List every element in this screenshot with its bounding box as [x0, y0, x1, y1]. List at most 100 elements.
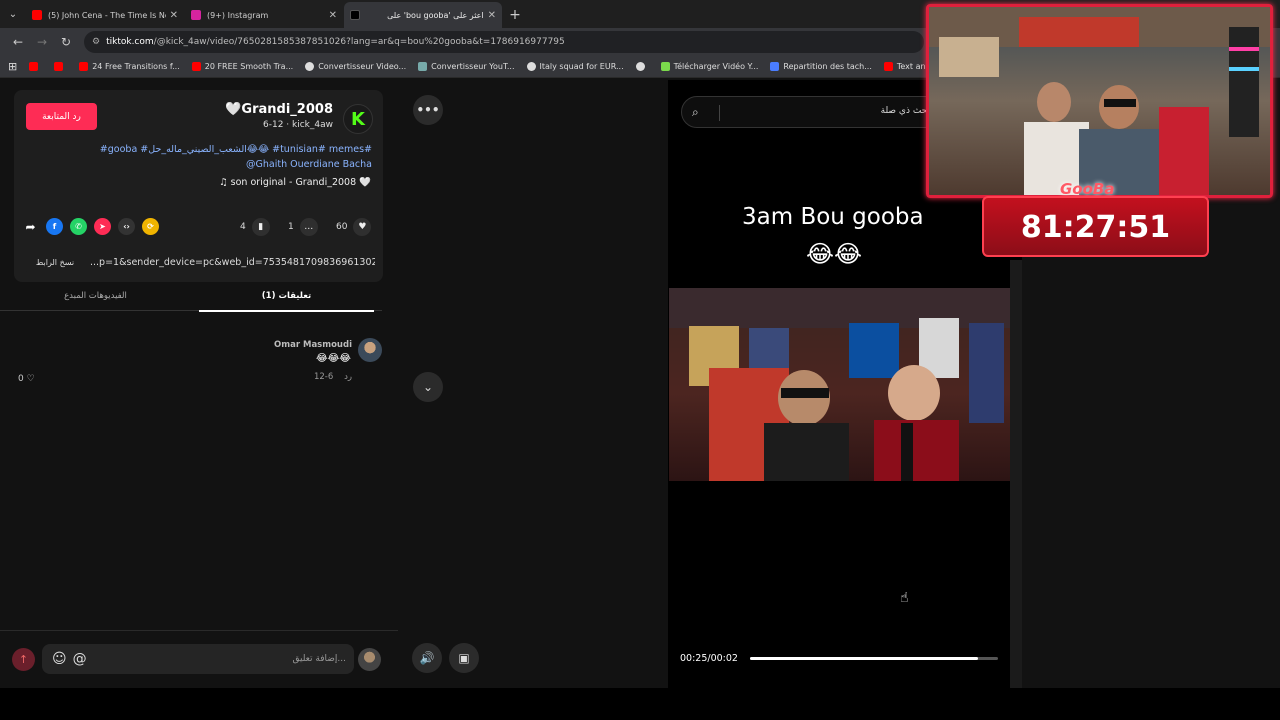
bookmark[interactable] — [54, 62, 67, 71]
bookmark-label: Télécharger Vidéo Y... — [673, 62, 759, 71]
bookmark[interactable]: Italy squad for EUR... — [526, 62, 624, 71]
reply-link[interactable]: رد — [344, 372, 352, 382]
post-description: #gooba #الشعب_الصيني_ماله_حل😂😂 #tunisian… — [72, 142, 372, 172]
bottom-black-strip — [0, 688, 1280, 720]
comment-like-button[interactable]: 0 ♡ — [18, 374, 35, 384]
bookmark-label: Convertisseur Video... — [318, 62, 407, 71]
close-icon[interactable]: ✕ — [170, 10, 178, 21]
bookmark[interactable]: Convertisseur YouT... — [418, 62, 515, 71]
tab-youtube[interactable]: (5) John Cena - The Time Is Now ✕ — [26, 2, 184, 28]
video-progress-bar[interactable] — [750, 657, 998, 660]
share-link-text[interactable]: ...p=1&sender_device=pc&web_id=753548170… — [86, 257, 375, 268]
more-options-icon[interactable]: ••• — [413, 95, 443, 125]
tab-title: (9+) Instagram — [207, 10, 269, 20]
screen: ⌄ (5) John Cena - The Time Is Now ✕ (9+)… — [0, 0, 1280, 720]
bookmark[interactable] — [29, 62, 42, 71]
video-progress-fill — [750, 657, 979, 660]
bookmark[interactable]: 24 Free Transitions f... — [79, 62, 180, 71]
mention-icon[interactable]: @ — [73, 651, 87, 667]
tab-search-chevron-icon[interactable]: ⌄ — [0, 0, 26, 28]
forward-icon[interactable]: → — [30, 30, 54, 54]
follow-back-button[interactable]: رد المتابعة — [26, 103, 97, 130]
back-icon[interactable]: ← — [6, 30, 30, 54]
whatsapp-icon[interactable]: ✆ — [70, 218, 87, 235]
bookmark[interactable]: Repartition des tach... — [770, 62, 872, 71]
mention[interactable]: @Ghaith Ouerdiane Bacha — [72, 157, 372, 172]
tab-instagram[interactable]: (9+) Instagram ✕ — [185, 2, 343, 28]
video-caption-emoji: 😂😂 — [806, 240, 863, 268]
converter-icon — [305, 62, 315, 71]
comment-stat[interactable]: 1… — [288, 217, 318, 237]
facebook-icon[interactable]: f — [46, 218, 63, 235]
instagram-icon — [191, 10, 201, 20]
avatar — [358, 648, 381, 671]
comment-input[interactable]: ☺ @ إضافة تعليق... — [42, 644, 354, 674]
avatar[interactable] — [358, 338, 382, 362]
tab-tiktok[interactable]: اعثر على 'bou gooba' على ✕ — [344, 2, 502, 28]
repost-icon[interactable]: ⟳ — [142, 218, 159, 235]
webcam-illustration — [929, 7, 1270, 195]
video-frame-illustration — [669, 288, 1010, 481]
post-details-panel: رد المتابعة 🤍Grandi_2008 6-12 · kick_4aw… — [0, 80, 398, 688]
url-domain: tiktok.com — [106, 37, 154, 47]
save-count: 4 — [240, 222, 246, 232]
video-caption-title: 3am Bou gooba — [742, 204, 924, 230]
bookmark-label: 20 FREE Smooth Tra... — [204, 62, 294, 71]
reload-icon[interactable]: ↻ — [54, 30, 78, 54]
new-tab-button[interactable]: + — [503, 2, 527, 28]
telegram-icon[interactable]: ➤ — [94, 218, 111, 235]
tab-comments[interactable]: (1) تعليقات — [191, 280, 382, 312]
share-link-row: نسخ الرابط ...p=1&sender_device=pc&web_i… — [24, 252, 375, 272]
miniplayer-icon[interactable]: ▣ — [449, 643, 479, 673]
save-stat[interactable]: 4 ▮ — [240, 217, 270, 237]
bookmark[interactable]: 20 FREE Smooth Tra... — [191, 62, 294, 71]
bookmark[interactable]: Télécharger Vidéo Y... — [660, 62, 759, 71]
comment-icon: … — [299, 218, 318, 236]
bookmark-label: Italy squad for EUR... — [539, 62, 624, 71]
youtube-icon — [54, 62, 64, 71]
bookmark-icon: ▮ — [251, 218, 270, 236]
hashtags[interactable]: #gooba #الشعب_الصيني_ماله_حل😂😂 #tunisian… — [72, 142, 372, 157]
bookmark-label: Repartition des tach... — [783, 62, 872, 71]
search-icon: ⌕ — [692, 105, 699, 119]
site-settings-icon[interactable]: ⚙ — [92, 37, 100, 47]
comment-placeholder: إضافة تعليق... — [292, 654, 346, 664]
youtube-icon — [191, 62, 201, 71]
close-icon[interactable]: ✕ — [488, 10, 496, 21]
comment-date: 6-12 — [313, 372, 334, 382]
hand-cursor-icon: ☝ — [900, 590, 909, 606]
like-stat[interactable]: 60 ♥ — [336, 217, 372, 237]
bookmark[interactable] — [635, 62, 649, 71]
globe-icon — [526, 62, 536, 71]
page-scrollbar[interactable] — [1010, 260, 1022, 688]
stream-timer-box: 81:27:51 — [982, 196, 1209, 257]
creator-avatar[interactable]: K — [343, 104, 373, 134]
embed-icon[interactable]: ‹› — [118, 218, 135, 235]
music-link[interactable]: ♫ son original - Grandi_2008 🤍 — [219, 177, 371, 188]
url-input[interactable]: ⚙ tiktok.com/@kick_4aw/video/76502815853… — [84, 31, 924, 53]
tab-creator-videos[interactable]: الفيديوهات المبدع — [0, 280, 191, 311]
youtube-icon — [79, 62, 89, 71]
apps-icon[interactable]: ⊞ — [8, 60, 17, 73]
video-time: 00:25/00:02 — [680, 653, 738, 664]
send-arrow-icon[interactable]: ↑ — [12, 648, 35, 671]
share-arrow-icon[interactable]: ➦ — [22, 218, 39, 235]
comment-author[interactable]: Omar Masmoudi — [274, 340, 352, 350]
bookmark[interactable]: Convertisseur Video... — [305, 62, 406, 71]
like-count: 60 — [336, 222, 348, 232]
video-controls-column: ••• ⌄ 🔊 ▣ — [398, 80, 668, 688]
bookmark-label: 24 Free Transitions f... — [92, 62, 180, 71]
heart-icon: ♥ — [353, 218, 372, 236]
copy-link-button[interactable]: نسخ الرابط — [24, 252, 86, 272]
chevron-down-icon[interactable]: ⌄ — [413, 372, 443, 402]
volume-icon[interactable]: 🔊 — [412, 643, 442, 673]
creator-handle-date: 6-12 · kick_4aw — [263, 120, 333, 130]
emoji-icon[interactable]: ☺ — [52, 651, 67, 667]
creator-block[interactable]: 🤍Grandi_2008 6-12 · kick_4aw — [225, 102, 333, 130]
converter-icon — [418, 62, 428, 71]
comment-count: 1 — [288, 222, 294, 232]
video-frame — [669, 288, 1010, 481]
bookmark-label: Convertisseur YouT... — [431, 62, 515, 71]
close-icon[interactable]: ✕ — [329, 10, 337, 21]
comment-composer: ↑ ☺ @ إضافة تعليق... — [0, 630, 398, 688]
